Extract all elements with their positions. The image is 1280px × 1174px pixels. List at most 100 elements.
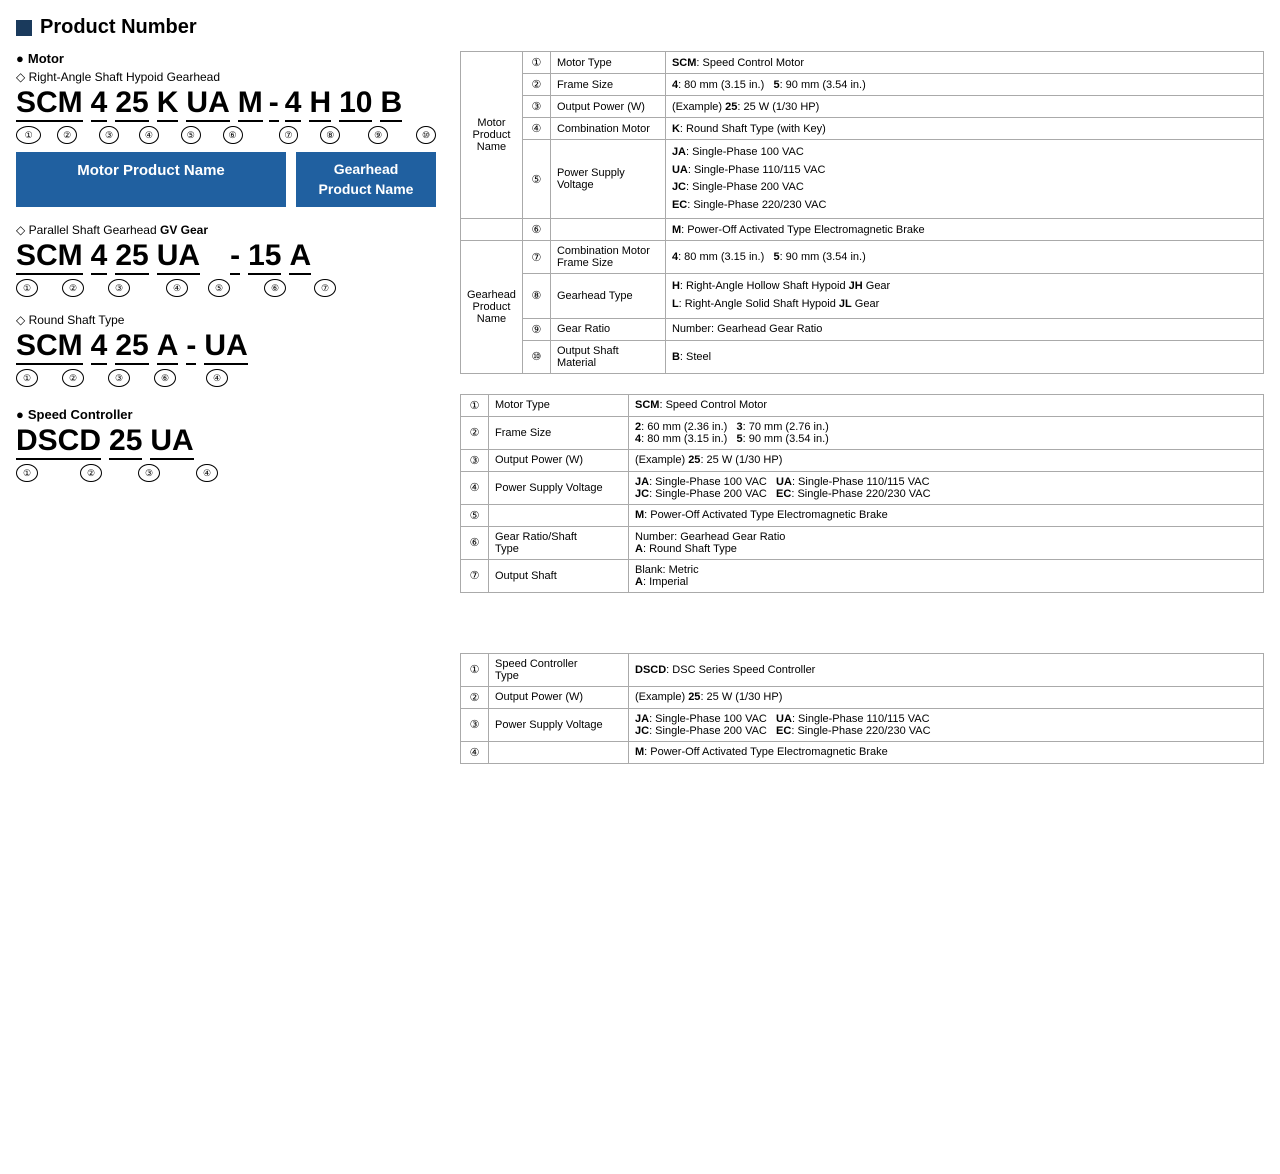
code-dash1: - [269, 88, 279, 122]
num-3: ③ [99, 126, 119, 144]
num-circle-sc-3: ③ [461, 708, 489, 741]
table-row: ⑨ Gear Ratio Number: Gearhead Gear Ratio [461, 318, 1264, 340]
num-circle-2: ② [522, 74, 550, 96]
code-scm: SCM [16, 88, 83, 122]
num3-3: ③ [108, 369, 130, 387]
field-sc-power-supply: Power Supply Voltage [489, 708, 629, 741]
num-circle-t2-4: ④ [461, 471, 489, 504]
num-circle-10: ⑩ [522, 340, 550, 373]
sc-bullet-icon: ● [16, 407, 24, 422]
code-h: H [309, 88, 331, 122]
num-8: ⑧ [320, 126, 340, 144]
desc-sc-output-power: (Example) 25: 25 W (1/30 HP) [629, 686, 1264, 708]
motor-section: ● Motor ◇ Right-Angle Shaft Hypoid Gearh… [16, 51, 436, 482]
num2-2: ② [62, 279, 84, 297]
desc-output-shaft-material: B: Steel [665, 340, 1263, 373]
desc-t2-output-shaft: Blank: MetricA: Imperial [629, 559, 1264, 592]
num-circle-1: ① [522, 52, 550, 74]
num2-4: ④ [166, 279, 188, 297]
speed-controller-bullet: ● Speed Controller [16, 407, 436, 422]
motor-product-name-box: Motor Product Name [16, 152, 286, 207]
field-motor-type: Motor Type [550, 52, 665, 74]
field-power-supply-voltage: Power Supply Voltage [550, 140, 665, 219]
desc-t2-power-supply: JA: Single-Phase 100 VAC UA: Single-Phas… [629, 471, 1264, 504]
field-sc-output-power: Output Power (W) [489, 686, 629, 708]
desc-brake: M: Power-Off Activated Type Electromagne… [665, 219, 1263, 241]
table-speed-controller: ① Speed ControllerType DSCD: DSC Series … [460, 653, 1264, 764]
num-circle-8: ⑧ [522, 274, 550, 318]
desc-t2-gear-ratio-shaft: Number: Gearhead Gear RatioA: Round Shaf… [629, 526, 1264, 559]
desc-combo-frame-size: 4: 80 mm (3.15 in.) 5: 90 mm (3.54 in.) [665, 241, 1263, 274]
num-circle-sc-4: ④ [461, 741, 489, 763]
num-9: ⑨ [368, 126, 388, 144]
main-layout: ● Motor ◇ Right-Angle Shaft Hypoid Gearh… [16, 51, 1264, 764]
desc-power-supply-voltage: JA: Single-Phase 100 VACUA: Single-Phase… [665, 140, 1263, 219]
code-4: 4 [91, 88, 108, 122]
field-combination-motor: Combination Motor [550, 118, 665, 140]
motor-bullet-label: ● Motor [16, 51, 436, 66]
code2-dash: - [230, 241, 240, 275]
code-nums-1: ① ② ③ ④ ⑤ ⑥ ⑦ ⑧ ⑨ ⑩ [16, 126, 436, 144]
table-row: ⑩ Output Shaft Material B: Steel [461, 340, 1264, 373]
code-nums-2: ① ② ③ ④ ⑤ ⑥ ⑦ [16, 279, 436, 297]
num-circle-t2-7: ⑦ [461, 559, 489, 592]
desc-gearhead-type: H: Right-Angle Hollow Shaft Hypoid JH Ge… [665, 274, 1263, 318]
code2-scm: SCM [16, 241, 83, 275]
table-row: ④ Power Supply Voltage JA: Single-Phase … [461, 471, 1264, 504]
numsc-3: ③ [138, 464, 160, 482]
group-motor-product-name: MotorProductName [461, 52, 523, 219]
product-code-3: SCM 4 25 A - UA [16, 331, 436, 365]
num-circle-7: ⑦ [522, 241, 550, 274]
num2-6: ⑥ [264, 279, 286, 297]
num2-3: ③ [108, 279, 130, 297]
table-parallel-shaft: ① Motor Type SCM: Speed Control Motor ② … [460, 394, 1264, 593]
section-title-product-number: Product Number [16, 16, 1264, 39]
field-gearhead-type: Gearhead Type [550, 274, 665, 318]
code-ua: UA [186, 88, 229, 122]
num-circle-3: ③ [522, 96, 550, 118]
diamond-icon-3: ◇ [16, 313, 25, 327]
desc-gear-ratio: Number: Gearhead Gear Ratio [665, 318, 1263, 340]
num-6: ⑥ [223, 126, 243, 144]
num3-1: ① [16, 369, 38, 387]
code3-25: 25 [115, 331, 148, 365]
right-angle-subsection: ◇ Right-Angle Shaft Hypoid Gearhead SCM … [16, 70, 436, 207]
table-row: ⑧ Gearhead Type H: Right-Angle Hollow Sh… [461, 274, 1264, 318]
desc-t2-brake: M: Power-Off Activated Type Electromagne… [629, 504, 1264, 526]
num2-5: ⑤ [208, 279, 230, 297]
num-circle-6: ⑥ [522, 219, 550, 241]
num3-4: ④ [206, 369, 228, 387]
desc-combination-motor: K: Round Shaft Type (with Key) [665, 118, 1263, 140]
num-circle-sc-1: ① [461, 653, 489, 686]
table-row: ② Frame Size 2: 60 mm (2.36 in.) 3: 70 m… [461, 416, 1264, 449]
code-4b: 4 [285, 88, 302, 122]
right-angle-diamond-label: ◇ Right-Angle Shaft Hypoid Gearhead [16, 70, 436, 84]
code-25: 25 [115, 88, 148, 122]
table-row: ④ Combination Motor K: Round Shaft Type … [461, 118, 1264, 140]
code2-15: 15 [248, 241, 281, 275]
desc-t2-output-power: (Example) 25: 25 W (1/30 HP) [629, 449, 1264, 471]
group-empty-1 [461, 219, 523, 241]
field-t2-output-power: Output Power (W) [489, 449, 629, 471]
num-circle-sc-2: ② [461, 686, 489, 708]
desc-frame-size: 4: 80 mm (3.15 in.) 5: 90 mm (3.54 in.) [665, 74, 1263, 96]
num-circle-t2-3: ③ [461, 449, 489, 471]
table-row: ④ M: Power-Off Activated Type Electromag… [461, 741, 1264, 763]
code-10: 10 [339, 88, 372, 122]
num-7: ⑦ [279, 126, 299, 144]
field-output-power: Output Power (W) [550, 96, 665, 118]
blue-boxes-1: Motor Product Name GearheadProduct Name [16, 152, 436, 207]
num-circle-5: ⑤ [522, 140, 550, 219]
code-m: M [238, 88, 263, 122]
field-t2-frame-size: Frame Size [489, 416, 629, 449]
field-sc-brake [489, 741, 629, 763]
num-circle-t2-2: ② [461, 416, 489, 449]
field-t2-power-supply: Power Supply Voltage [489, 471, 629, 504]
code2-25: 25 [115, 241, 148, 275]
num-circle-4: ④ [522, 118, 550, 140]
desc-sc-brake: M: Power-Off Activated Type Electromagne… [629, 741, 1264, 763]
field-t2-motor-type: Motor Type [489, 394, 629, 416]
desc-sc-power-supply: JA: Single-Phase 100 VAC UA: Single-Phas… [629, 708, 1264, 741]
left-column: ● Motor ◇ Right-Angle Shaft Hypoid Gearh… [16, 51, 436, 764]
code-nums-sc: ① ② ③ ④ [16, 464, 436, 482]
